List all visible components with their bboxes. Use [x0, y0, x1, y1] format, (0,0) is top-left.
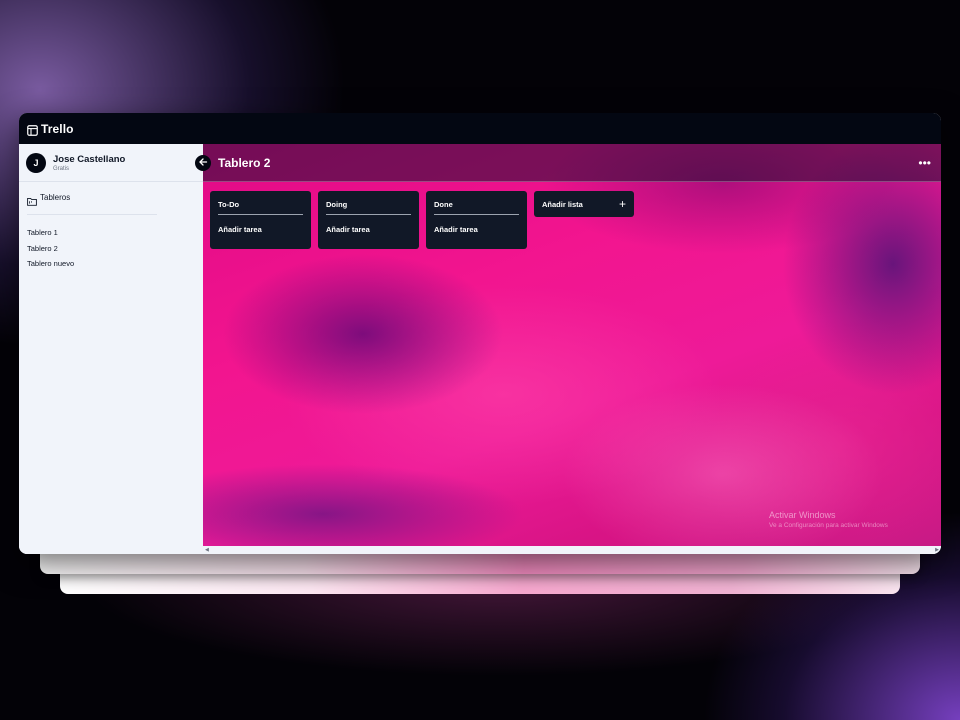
add-task-button[interactable]: Añadir tarea	[434, 225, 519, 234]
list-title-todo[interactable]: To-Do	[218, 200, 303, 215]
arrow-left-icon	[198, 154, 208, 172]
add-task-button[interactable]: Añadir tarea	[218, 225, 303, 234]
list-title-doing[interactable]: Doing	[326, 200, 411, 215]
folder-icon	[27, 193, 37, 206]
collapse-sidebar-button[interactable]	[195, 155, 211, 171]
sidebar: J Jose Castellano Gratis Tableros Tabler…	[19, 144, 203, 554]
user-profile: J Jose Castellano Gratis	[19, 144, 203, 182]
board-list: Tablero 1 Tablero 2 Tablero nuevo	[27, 225, 74, 272]
watermark-subtitle: Ve a Configuración para activar Windows	[769, 522, 888, 529]
lists-row: To-Do Añadir tarea Doing Añadir tarea Do…	[210, 191, 634, 249]
app-window: Trello J Jose Castellano Gratis Tableros…	[19, 113, 941, 554]
app-logo-text[interactable]: Trello	[41, 122, 74, 136]
boards-section-label: Tableros	[40, 193, 71, 202]
avatar[interactable]: J	[26, 152, 46, 173]
add-list-label: Añadir lista	[542, 199, 583, 209]
scroll-right-icon[interactable]: ▶	[935, 547, 939, 553]
list-column: To-Do Añadir tarea	[210, 191, 311, 249]
board-header: Tablero 2 •••	[203, 144, 941, 182]
sidebar-item-tablero-nuevo[interactable]: Tablero nuevo	[27, 256, 74, 272]
plus-icon: +	[618, 197, 626, 211]
list-column: Doing Añadir tarea	[318, 191, 419, 249]
sidebar-item-tablero-2[interactable]: Tablero 2	[27, 241, 74, 257]
list-title-done[interactable]: Done	[434, 200, 519, 215]
boards-section-heading: Tableros	[27, 193, 71, 206]
list-column: Done Añadir tarea	[426, 191, 527, 249]
scroll-left-icon[interactable]: ◀	[205, 547, 209, 553]
sidebar-item-tablero-1[interactable]: Tablero 1	[27, 225, 74, 241]
windows-activation-watermark: Activar Windows Ve a Configuración para …	[769, 510, 888, 529]
horizontal-scrollbar[interactable]: ◀ ▶	[203, 546, 941, 554]
board-canvas: Tablero 2 ••• To-Do Añadir tarea Doing A…	[203, 144, 941, 546]
add-list-button[interactable]: Añadir lista +	[534, 191, 634, 217]
user-plan: Gratis	[53, 165, 70, 172]
user-info: Jose Castellano Gratis	[53, 154, 125, 172]
sidebar-divider	[27, 214, 157, 215]
layout-icon	[27, 123, 38, 136]
add-task-button[interactable]: Añadir tarea	[326, 225, 411, 234]
watermark-title: Activar Windows	[769, 510, 836, 520]
more-options-icon[interactable]: •••	[918, 157, 931, 169]
top-bar: Trello	[19, 113, 941, 144]
board-title: Tablero 2	[218, 155, 271, 170]
user-name: Jose Castellano	[53, 153, 126, 165]
